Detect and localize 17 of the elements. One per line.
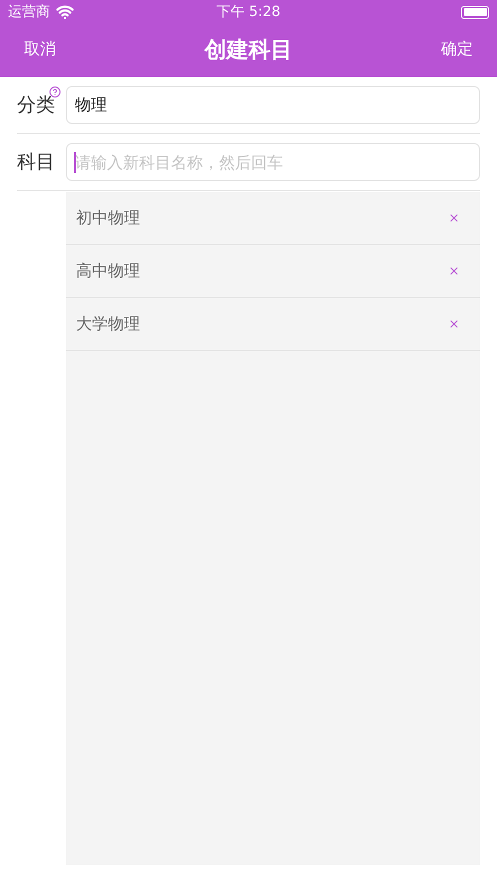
category-field[interactable]: 物理 xyxy=(66,86,480,124)
page-title: 创建科目 xyxy=(204,36,292,64)
subject-label: 科目 xyxy=(17,150,55,175)
subject-name: 初中物理 xyxy=(76,208,140,228)
delete-button[interactable] xyxy=(448,318,460,330)
subject-field[interactable]: 请输入新科目名称，然后回车 xyxy=(66,143,480,181)
confirm-button[interactable]: 确定 xyxy=(441,39,473,60)
carrier-name: 运营商 xyxy=(8,3,50,21)
subject-name: 高中物理 xyxy=(76,260,140,282)
category-label: 分类 xyxy=(17,93,55,118)
status-time: 下午 5:28 xyxy=(216,3,280,21)
cancel-button[interactable]: 取消 xyxy=(24,39,56,60)
delete-button[interactable] xyxy=(448,265,460,277)
battery-icon xyxy=(461,6,489,18)
subject-name: 大学物理 xyxy=(76,314,140,334)
delete-button[interactable] xyxy=(448,212,460,224)
wifi-icon xyxy=(56,3,74,21)
